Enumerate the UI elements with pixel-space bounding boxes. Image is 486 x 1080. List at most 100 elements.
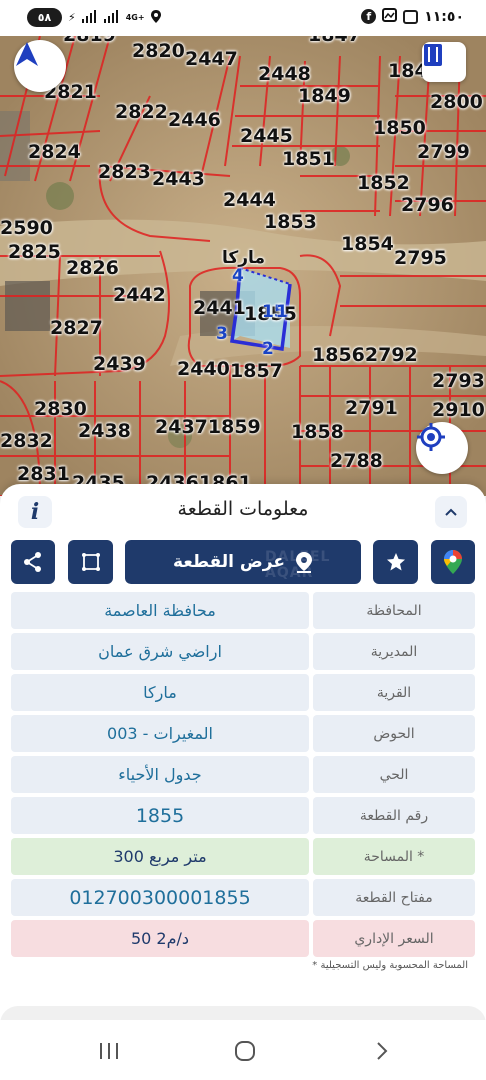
map-book-icon [424, 44, 442, 66]
sheet-title: معلومات القطعة [177, 498, 309, 520]
plot-label: 2590 [0, 217, 53, 239]
action-bar: DALEEL AQAR عرض القطعة [0, 540, 486, 586]
home-button[interactable] [232, 1038, 258, 1064]
plot-label: 2791 [345, 397, 398, 419]
plot-label: 1853 [264, 211, 317, 233]
polygon-icon [81, 553, 100, 571]
info-row-neighborhood: جدول الأحياء الحي [11, 756, 475, 793]
google-maps-icon [444, 550, 462, 574]
plot-label: 1849 [298, 85, 351, 107]
plot-label: 2441 [193, 297, 246, 319]
area-footnote: * المساحة المحسوبة وليس التسجيلية [312, 960, 468, 971]
chevron-up-icon [445, 508, 457, 516]
admin-price-value: 50 د/م2 [11, 920, 309, 957]
plot-label: 2830 [34, 398, 87, 420]
compass-arrow-icon [16, 42, 38, 66]
clock: ١١:٥٠ [424, 8, 464, 25]
facebook-icon: f [361, 9, 377, 24]
plot-label: 2443 [152, 168, 205, 190]
plot-label: 2824 [28, 141, 81, 163]
info-row-area: 300 متر مربع المساحة * [11, 838, 475, 875]
plot-label: 18562792 [312, 344, 418, 366]
compass-button[interactable] [14, 40, 66, 92]
plot-key-value[interactable]: 012700300001855 [11, 879, 309, 916]
vertex-label: 1 [276, 302, 288, 322]
plot-label: 2796 [401, 194, 454, 216]
network-type: 4G+ [125, 13, 145, 22]
status-left: ٥٨ ⚡ 4G+ [27, 8, 161, 27]
plot-label: 2826 [66, 257, 119, 279]
village-label: القرية [313, 674, 475, 711]
boundary-button[interactable] [68, 540, 113, 584]
share-button[interactable] [11, 540, 55, 584]
admin-price-label: السعر الإداري [313, 920, 475, 957]
governorate-value: محافظة العاصمة [11, 592, 309, 629]
info-row-basin: 003 - المغيرات الحوض [11, 715, 475, 752]
vertex-label: 4 [232, 266, 244, 286]
plot-label: 2819 [63, 36, 116, 46]
plot-label: 2445 [240, 125, 293, 147]
watermark: DALEEL AQAR [265, 549, 331, 581]
plot-label: 2825 [8, 241, 61, 263]
info-row-plot-key: 012700300001855 مفتاح القطعة [11, 879, 475, 916]
screenshot-icon [403, 9, 419, 24]
info-row-plot-number: 1855 رقم القطعة [11, 797, 475, 834]
village-value: ماركا [11, 674, 309, 711]
plot-label: 1854 [341, 233, 394, 255]
battery-indicator: ٥٨ [27, 8, 62, 27]
plot-label: 1850 [373, 117, 426, 139]
neighborhood-value: جدول الأحياء [11, 756, 309, 793]
plot-label: 2795 [394, 247, 447, 269]
plot-label: 2444 [223, 189, 276, 211]
plot-label: 2440 [177, 358, 230, 380]
info-row-governorate: محافظة العاصمة المحافظة [11, 592, 475, 629]
info-row-directorate: اراضي شرق عمان المديرية [11, 633, 475, 670]
plot-number-label: رقم القطعة [313, 797, 475, 834]
plot-label: 2823 [98, 161, 151, 183]
directorate-label: المديرية [313, 633, 475, 670]
plot-label: 1858 [291, 421, 344, 443]
plot-label: 2448 [258, 63, 311, 85]
signal-icon-2 [103, 9, 120, 26]
directorate-value: اراضي شرق عمان [11, 633, 309, 670]
town-label: ماركا [222, 248, 265, 268]
plot-label: 2831 [17, 463, 70, 485]
plot-key-label: مفتاح القطعة [313, 879, 475, 916]
gallery-icon [382, 8, 398, 25]
show-plot-button[interactable]: DALEEL AQAR عرض القطعة [125, 540, 361, 584]
plot-label: 24371859 [155, 416, 261, 438]
info-row-admin-price: 50 د/م2 السعر الإداري [11, 920, 475, 957]
home-icon [235, 1041, 255, 1061]
plot-number-value: 1855 [11, 797, 309, 834]
plot-label: 2832 [0, 430, 53, 452]
plot-label: 2820 [132, 40, 185, 62]
collapse-button[interactable] [435, 496, 467, 528]
plot-label: 2793 [432, 370, 485, 392]
map-type-button[interactable] [422, 42, 466, 82]
neighborhood-label: الحي [313, 756, 475, 793]
charging-icon: ⚡ [68, 11, 76, 24]
my-location-button[interactable] [416, 422, 468, 474]
basin-value: 003 - المغيرات [11, 715, 309, 752]
plot-label: 2799 [417, 141, 470, 163]
plot-label: 1852 [357, 172, 410, 194]
info-row-village: ماركا القرية [11, 674, 475, 711]
share-icon [24, 552, 41, 572]
vertex-label: 2 [262, 339, 274, 359]
map-view[interactable]: 2819 2820 2447 1847 1848 2821 2448 1849 … [0, 36, 486, 496]
google-maps-button[interactable] [431, 540, 475, 584]
area-label: المساحة * [313, 838, 475, 875]
plot-label: 2910 [432, 399, 485, 421]
status-bar: ٥٨ ⚡ 4G+ f ١١:٥٠ [0, 0, 486, 36]
plot-label: 1847 [308, 36, 361, 46]
favorite-button[interactable] [373, 540, 418, 584]
plot-label: 2442 [113, 284, 166, 306]
recents-button[interactable] [96, 1038, 122, 1064]
plot-label: 2446 [168, 109, 221, 131]
recents-icon [100, 1043, 118, 1059]
back-chevron-icon [377, 1042, 388, 1060]
back-button[interactable] [368, 1038, 394, 1064]
plot-label: 2827 [50, 317, 103, 339]
plot-label: 1857 [230, 360, 283, 382]
vertex-label: 3 [216, 324, 228, 344]
